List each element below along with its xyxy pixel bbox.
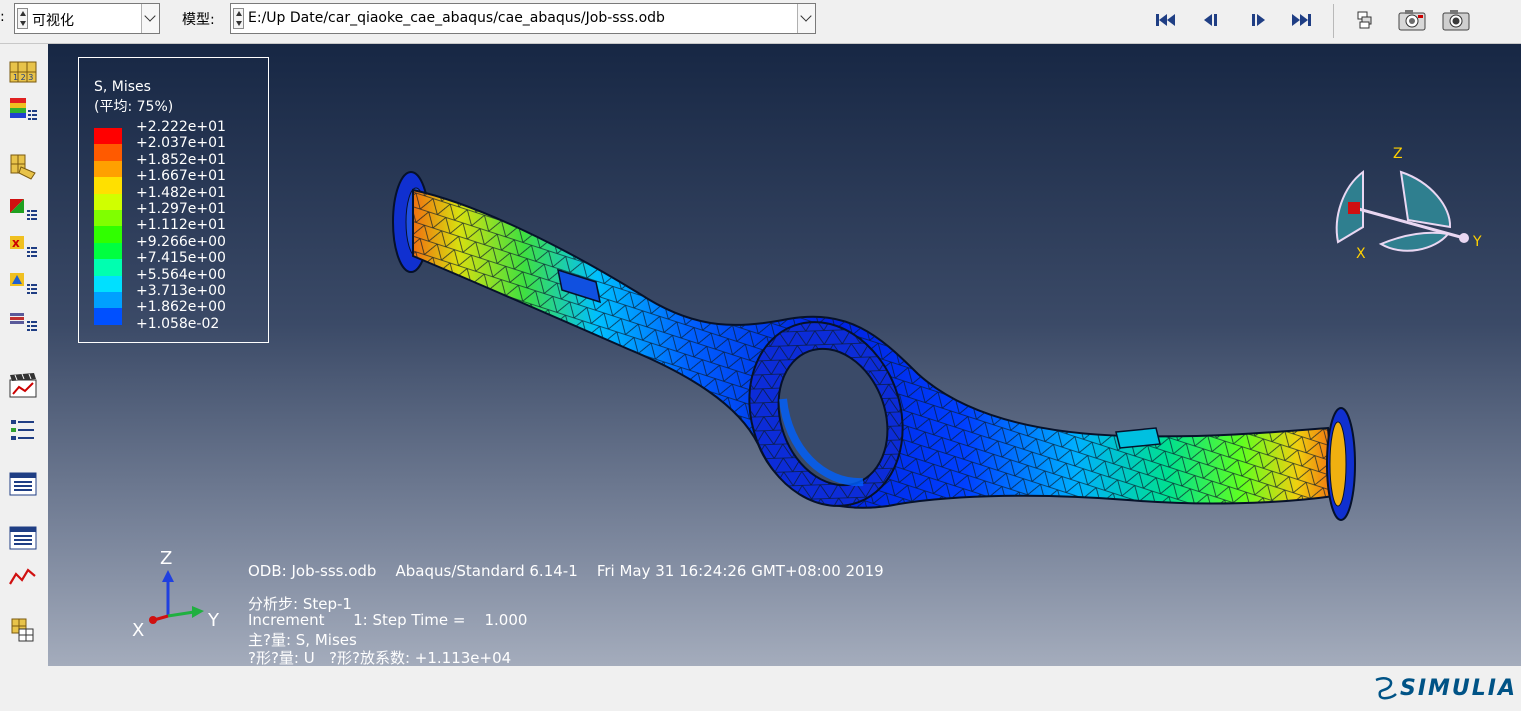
display-group-icon[interactable] — [4, 414, 42, 446]
previous-frame-icon[interactable] — [1199, 8, 1225, 32]
toolbox: 1 2 3 x — [0, 44, 48, 666]
model-path-value: E:/Up Date/car_qiaoke_cae_abaqus/cae_aba… — [248, 10, 665, 26]
first-frame-icon[interactable] — [1153, 8, 1179, 32]
report-field-output-icon[interactable] — [4, 522, 42, 554]
deformed-variable-line: ?形?量: U ?形?放系数: +1.113e+04 — [248, 649, 512, 666]
dassault-logo-icon — [1375, 677, 1397, 700]
query-icon[interactable] — [4, 614, 42, 646]
simulia-logo: SIMULIA — [1372, 674, 1517, 702]
triad-z-label: Z — [160, 548, 172, 569]
view-cube-x-label: X — [1356, 246, 1366, 262]
view-orientation-widget[interactable]: Z Y X — [1323, 142, 1493, 272]
model-spinner[interactable] — [233, 8, 244, 29]
create-field-output-icon[interactable] — [4, 468, 42, 500]
toolbar-separator — [1333, 4, 1334, 38]
symbol-options-icon[interactable]: x — [4, 231, 42, 263]
module-dropdown-arrow-icon[interactable] — [141, 4, 159, 33]
animate-icon[interactable] — [4, 370, 42, 402]
model-label: 模型: — [182, 12, 215, 28]
coordinate-triad: Z Y X — [132, 548, 220, 641]
module-combo[interactable]: 可视化 — [14, 3, 160, 34]
model-dropdown-arrow-icon[interactable] — [797, 4, 815, 33]
triad-x-label: X — [132, 620, 144, 641]
contour-options-icon[interactable] — [4, 268, 42, 300]
module-spinner[interactable] — [17, 8, 28, 29]
module-value: 可视化 — [32, 13, 74, 29]
xy-plot-icon[interactable] — [4, 561, 42, 593]
ply-stack-options-icon[interactable] — [4, 305, 42, 337]
odb-info-line: ODB: Job-sss.odb Abaqus/Standard 6.14-1 … — [248, 562, 884, 580]
common-plot-options-icon[interactable] — [4, 194, 42, 226]
view-cube-z-label: Z — [1393, 146, 1403, 162]
plot-symbols-icon[interactable] — [4, 150, 42, 182]
viewport-layers-icon[interactable] — [1352, 8, 1378, 32]
camera-animation-icon[interactable] — [1396, 8, 1428, 32]
context-toolbar: : 可视化 模型: E:/Up Date/car_qiaoke_cae_abaq… — [0, 0, 1521, 44]
view-cube-y-label: Y — [1472, 234, 1482, 250]
svg-text:1 2 3: 1 2 3 — [13, 73, 33, 82]
status-bar: SIMULIA — [0, 666, 1521, 711]
model-combo[interactable]: E:/Up Date/car_qiaoke_cae_abaqus/cae_aba… — [230, 3, 816, 34]
svg-text:x: x — [12, 236, 20, 250]
last-frame-icon[interactable] — [1288, 8, 1314, 32]
brand-name: SIMULIA — [1399, 675, 1517, 701]
camera-icon[interactable] — [1440, 8, 1472, 32]
triad-y-label: Y — [207, 610, 220, 631]
plot-contours-icon[interactable] — [4, 93, 42, 125]
next-frame-icon[interactable] — [1245, 8, 1271, 32]
module-label: : — [0, 9, 5, 25]
increment-info-line: Increment 1: Step Time = 1.000 — [248, 611, 528, 629]
viewport[interactable]: S, Mises (平均: 75%) +2.222e+01 +2.037e+01 +… — [48, 44, 1521, 666]
plot-undeformed-icon[interactable]: 1 2 3 — [4, 56, 42, 88]
